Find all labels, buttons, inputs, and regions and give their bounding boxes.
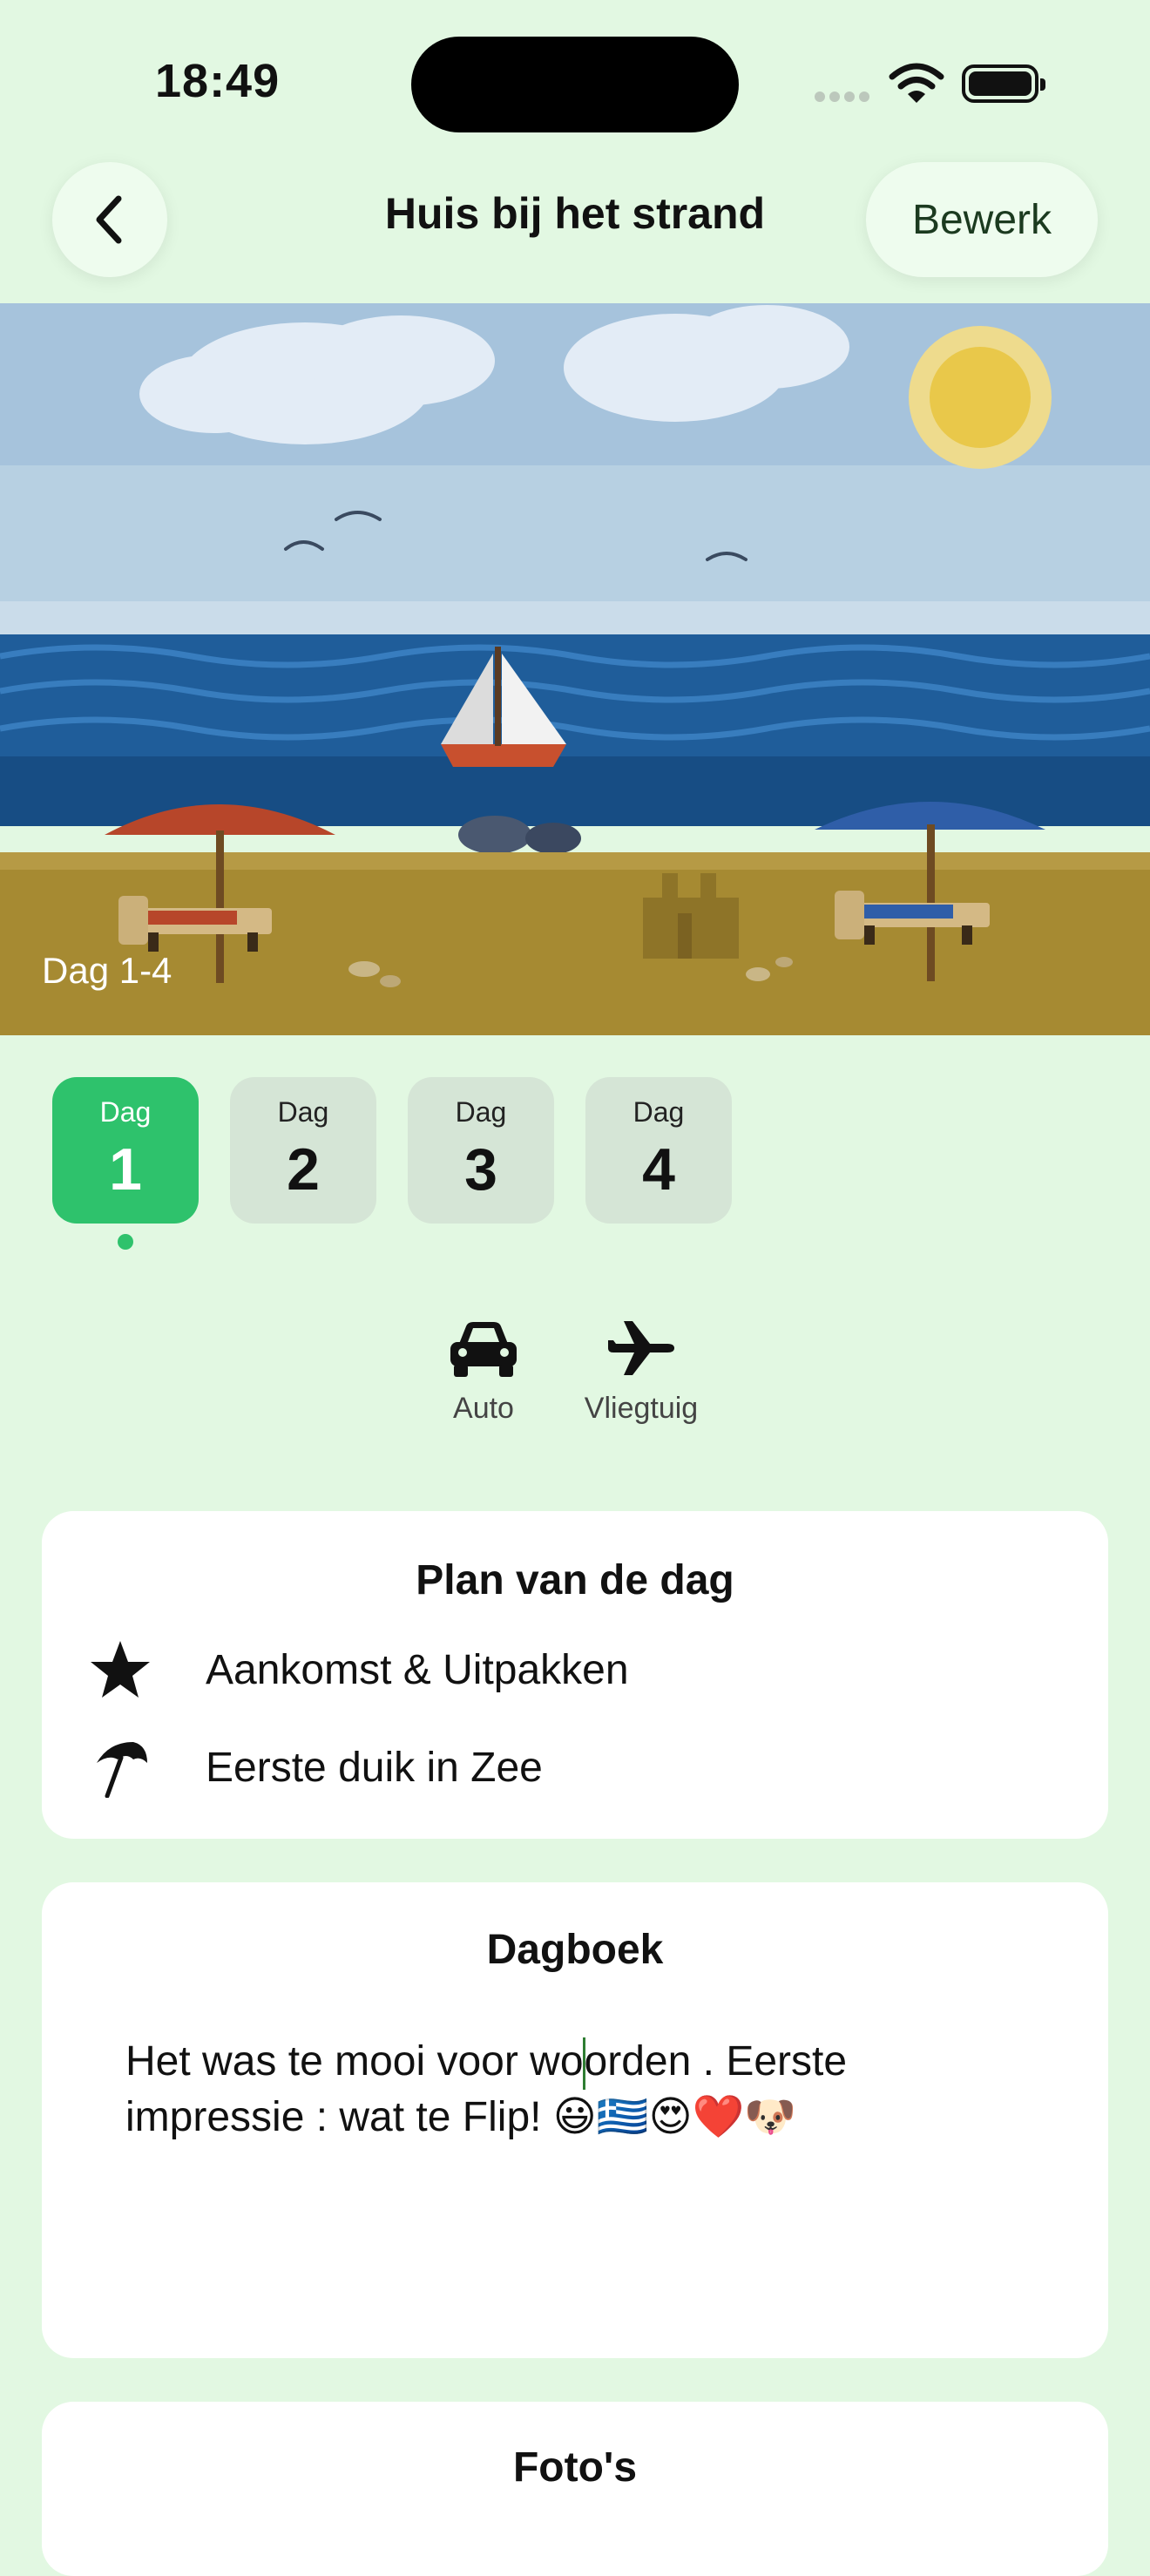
battery-icon [962, 64, 1045, 103]
star-icon [87, 1637, 153, 1703]
status-time: 18:49 [155, 55, 281, 107]
beach-umbrella-icon [87, 1734, 153, 1800]
back-button[interactable] [52, 162, 167, 277]
day-chip-number: 1 [109, 1136, 142, 1203]
day-chip-2[interactable]: Dag 2 [230, 1077, 376, 1224]
car-icon [450, 1322, 517, 1377]
diary-text-area[interactable]: Het was te mooi voor woorden . Eerste im… [125, 2034, 997, 2146]
plan-item-label: Aankomst & Uitpakken [206, 1646, 629, 1693]
day-chip-label: Dag [632, 1096, 685, 1128]
page-title: Huis bij het strand [384, 189, 766, 238]
dynamic-island [411, 37, 739, 132]
transport-label: Auto [453, 1392, 514, 1425]
plan-item[interactable]: Eerste duik in Zee [87, 1734, 543, 1800]
transport-airplane[interactable]: Vliegtuig [572, 1318, 711, 1426]
day-chip-4[interactable]: Dag 4 [585, 1077, 732, 1224]
edit-button[interactable]: Bewerk [866, 162, 1098, 277]
wifi-icon [889, 63, 944, 111]
diary-card-title: Dagboek [486, 1927, 664, 1973]
chevron-left-icon [96, 195, 122, 244]
beach-illustration [0, 303, 1150, 1035]
transport-label: Vliegtuig [584, 1392, 699, 1425]
photos-card: Foto's [42, 2402, 1108, 2576]
photos-card-title: Foto's [512, 2444, 638, 2491]
day-chip-label: Dag [455, 1096, 507, 1128]
plan-item-label: Eerste duik in Zee [206, 1744, 543, 1791]
plan-card-title: Plan van de dag [416, 1557, 734, 1603]
day-chip-label: Dag [99, 1096, 152, 1128]
transport-car[interactable]: Auto [436, 1318, 531, 1426]
hero-date-label: Dag 1-4 [42, 950, 172, 991]
plan-item[interactable]: Aankomst & Uitpakken [87, 1637, 629, 1703]
day-chip-number: 3 [464, 1136, 497, 1203]
day-chip-1[interactable]: Dag 1 [52, 1077, 199, 1224]
selected-day-indicator [118, 1234, 133, 1250]
diary-card: Dagboek Het was te mooi voor woorden . E… [42, 1882, 1108, 2358]
day-chip-3[interactable]: Dag 3 [408, 1077, 554, 1224]
day-chip-number: 4 [642, 1136, 675, 1203]
cellular-signal-icon [815, 91, 876, 103]
day-chip-number: 2 [287, 1136, 320, 1203]
plan-card: Plan van de dag Aankomst & Uitpakken Eer… [42, 1511, 1108, 1839]
day-chip-label: Dag [277, 1096, 329, 1128]
airplane-icon [608, 1321, 674, 1375]
diary-text-before-cursor: Het was te mooi voor wo [125, 2038, 584, 2085]
